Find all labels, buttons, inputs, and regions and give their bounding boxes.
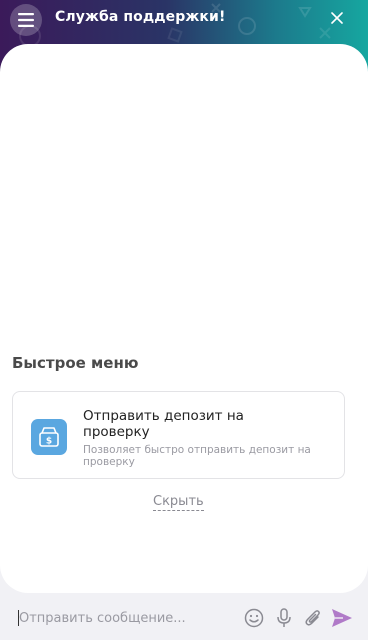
svg-text:$: $: [46, 437, 52, 447]
hamburger-icon: [18, 13, 34, 27]
chat-body: Быстрое меню $ Отправить депозит на пров…: [0, 44, 368, 593]
send-button[interactable]: [331, 607, 353, 629]
money-box-icon: $: [31, 419, 67, 455]
voice-button[interactable]: [273, 607, 295, 629]
close-button[interactable]: [326, 7, 348, 29]
quick-menu-item-deposit[interactable]: $ Отправить депозит на проверку Позволяе…: [12, 391, 345, 479]
quick-menu-item-description: Позволяет быстро отправить депозит на пр…: [83, 444, 311, 468]
quick-menu-item-title: Отправить депозит на проверку: [83, 408, 244, 440]
hide-quick-menu-link[interactable]: Скрыть: [153, 494, 204, 511]
close-icon: [331, 12, 343, 24]
quick-menu-title: Быстрое меню: [12, 354, 139, 372]
attach-button[interactable]: [302, 607, 324, 629]
send-icon: [332, 609, 352, 627]
microphone-icon: [277, 608, 291, 627]
emoji-icon: [244, 608, 264, 628]
emoji-button[interactable]: [243, 607, 265, 629]
menu-button[interactable]: [10, 4, 42, 36]
message-input[interactable]: [19, 607, 229, 629]
paperclip-icon: [305, 610, 320, 626]
message-composer: [0, 593, 368, 640]
chat-title: Служба поддержки!: [55, 9, 226, 25]
